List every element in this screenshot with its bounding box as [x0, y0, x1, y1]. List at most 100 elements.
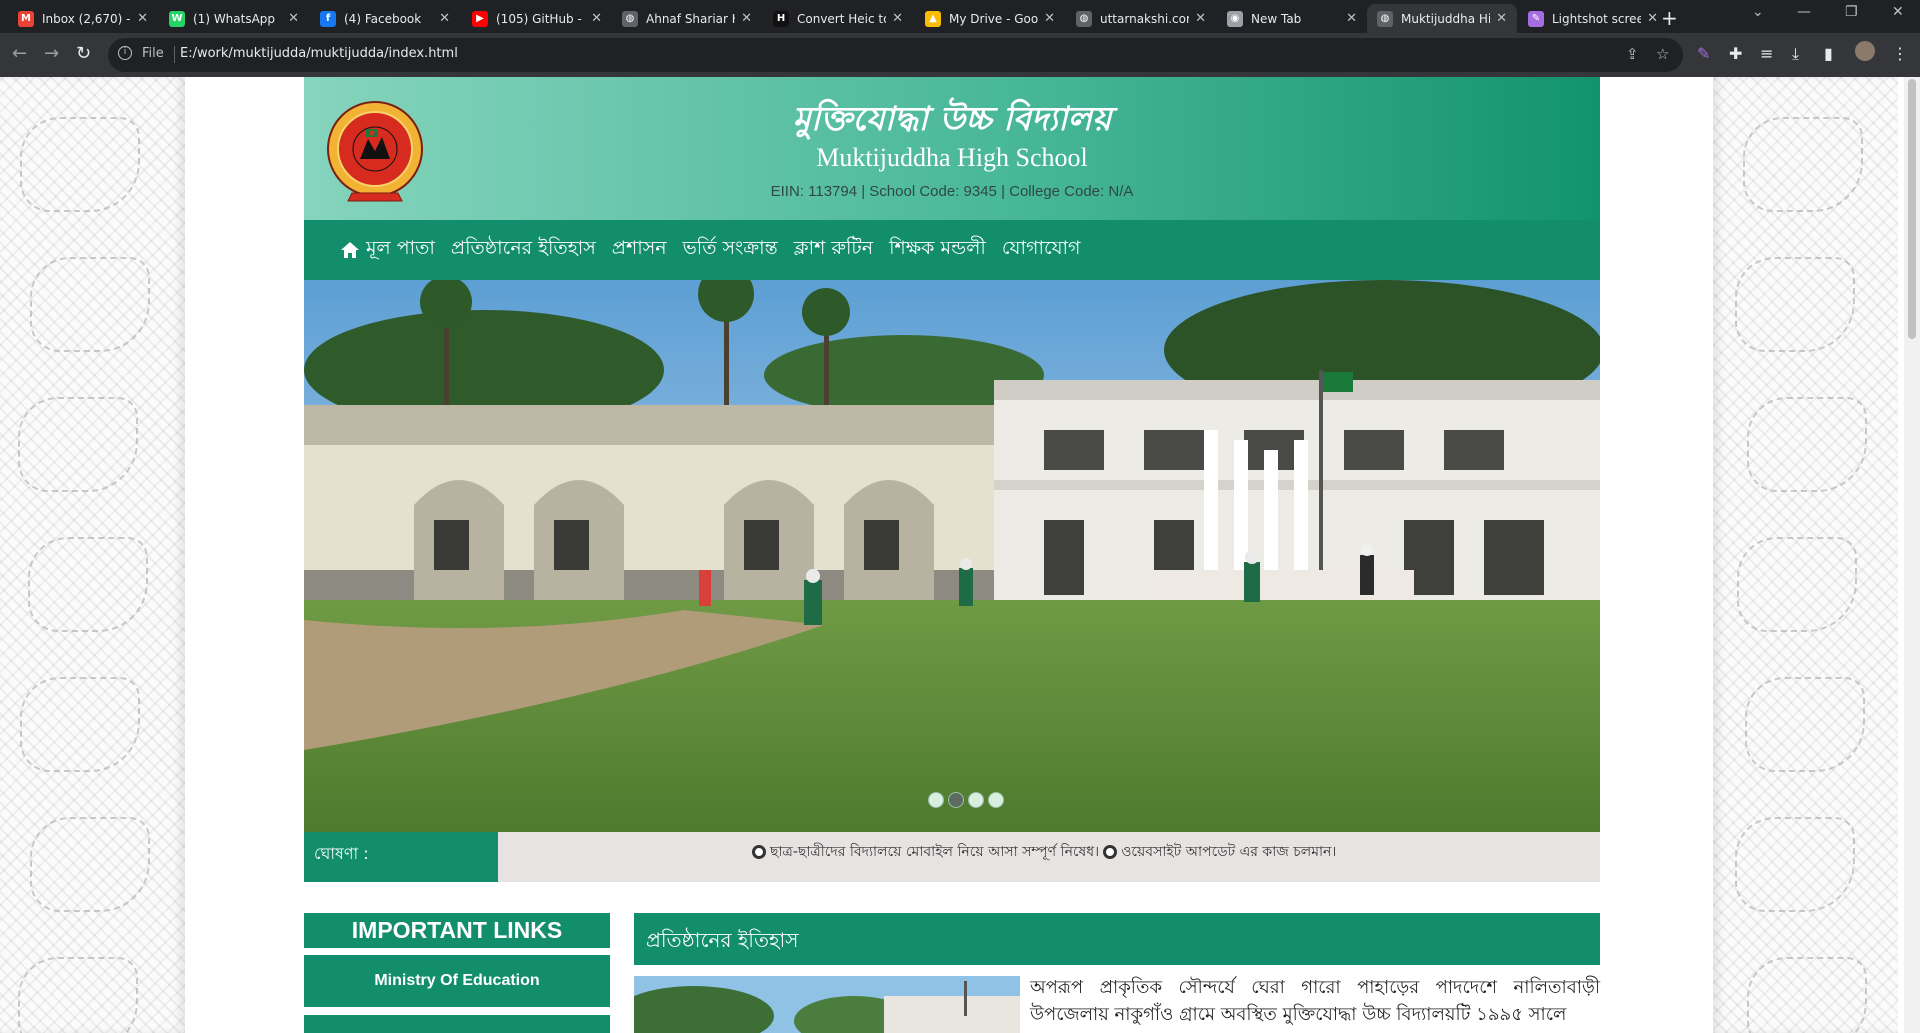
- close-tab-icon[interactable]: ✕: [892, 11, 903, 26]
- tab-title: Ahnaf Shariar H: [646, 11, 736, 26]
- site-info-icon[interactable]: i: [118, 46, 132, 60]
- school-name-bangla: মুক্তিযোদ্ধা উচ্চ বিদ্যালয়: [792, 99, 1112, 138]
- hero-slider[interactable]: [304, 280, 1600, 832]
- back-icon[interactable]: ←: [12, 43, 27, 64]
- close-tab-icon[interactable]: ✕: [1195, 11, 1206, 26]
- globe-icon: ◍: [1377, 10, 1393, 27]
- slider-dot[interactable]: [948, 792, 964, 808]
- url-text[interactable]: E:/work/muktijudda/muktijudda/index.html: [180, 46, 458, 61]
- link-next-partial[interactable]: [304, 1015, 610, 1033]
- important-links-heading: IMPORTANT LINKS: [304, 913, 610, 948]
- omnibox-divider: [174, 46, 175, 63]
- nav-item-teachers[interactable]: শিক্ষক মন্ডলী: [889, 234, 986, 266]
- home-icon: [341, 242, 359, 258]
- browser-menu-icon[interactable]: ⋮: [1892, 44, 1908, 63]
- school-building-photo: [304, 280, 1600, 832]
- tab-title: Muktijuddha Hi: [1401, 11, 1491, 26]
- close-tab-icon[interactable]: ✕: [439, 11, 450, 26]
- slider-dot[interactable]: [988, 792, 1004, 808]
- chrome-icon: ◉: [1227, 10, 1243, 27]
- globe-icon: ◍: [622, 10, 638, 27]
- slider-dots: [928, 792, 1008, 808]
- nav-item-history[interactable]: প্রতিষ্ঠানের ইতিহাস: [451, 234, 596, 266]
- close-tab-icon[interactable]: ✕: [741, 11, 752, 26]
- close-tab-icon[interactable]: ✕: [288, 11, 299, 26]
- link-ministry-of-education[interactable]: Ministry Of Education: [304, 955, 610, 1007]
- tab-title: New Tab: [1251, 11, 1302, 26]
- tab-title: uttarnakshi.com: [1100, 11, 1190, 26]
- lightshot-icon: ✎: [1528, 10, 1544, 27]
- drive-icon: ▲: [925, 10, 941, 27]
- share-icon[interactable]: ⇪: [1626, 45, 1639, 63]
- notice-ticker: ঘোষণা : ছাত্র-ছাত্রীদের বিদ্যালয়ে মোবাই…: [304, 832, 1600, 882]
- close-tab-icon[interactable]: ✕: [591, 11, 602, 26]
- reload-icon[interactable]: ↻: [76, 43, 91, 64]
- nav-item-contact[interactable]: যোগাযোগ: [1002, 234, 1081, 266]
- browser-tab[interactable]: ◍ Ahnaf Shariar H ✕: [612, 4, 762, 33]
- decorative-pattern-right: [1713, 77, 1898, 1033]
- scrollbar-thumb[interactable]: [1908, 79, 1916, 339]
- notice-item: ছাত্র-ছাত্রীদের বিদ্যালয়ে মোবাইল নিয়ে …: [770, 844, 1100, 860]
- close-tab-icon[interactable]: ✕: [1044, 11, 1055, 26]
- close-tab-icon[interactable]: ✕: [1647, 11, 1658, 26]
- nav-item-home[interactable]: মূল পাতা: [340, 234, 435, 266]
- browser-tab[interactable]: ▶ (105) GitHub - K ✕: [462, 4, 612, 33]
- browser-tab[interactable]: H Convert Heic to ✕: [763, 4, 913, 33]
- restore-icon[interactable]: ❐: [1845, 4, 1858, 20]
- new-tab-button[interactable]: +: [1661, 6, 1678, 30]
- site-header: মুক্তিযোদ্ধা উচ্চ বিদ্যালয় Muktijuddha …: [304, 77, 1600, 220]
- browser-tab[interactable]: ✎ Lightshot scree ✕: [1518, 4, 1668, 33]
- slider-dot[interactable]: [968, 792, 984, 808]
- extensions-icon[interactable]: ✚: [1729, 44, 1742, 63]
- tab-title: (105) GitHub - K: [496, 11, 586, 26]
- nav-label-teachers: শিক্ষক মন্ডলী: [889, 237, 986, 259]
- main-navigation: মূল পাতা প্রতিষ্ঠানের ইতিহাস প্রশাসন ভর্…: [304, 220, 1600, 280]
- gmail-icon: M: [18, 10, 34, 27]
- address-bar[interactable]: i File E:/work/muktijudda/muktijudda/ind…: [108, 38, 1683, 72]
- notice-item: ওয়েবসাইট আপডেট এর কাজ চলমান।: [1121, 844, 1337, 860]
- browser-tab[interactable]: ▲ My Drive - Goo ✕: [915, 4, 1065, 33]
- tab-title: Lightshot scree: [1552, 11, 1642, 26]
- tab-title: Inbox (2,670) - a: [42, 11, 131, 26]
- downloads-icon[interactable]: ⤓: [1792, 44, 1799, 64]
- nav-item-class-routine[interactable]: ক্লাশ রুটিন: [794, 234, 873, 266]
- slider-dot[interactable]: [928, 792, 944, 808]
- close-tab-icon[interactable]: ✕: [1496, 11, 1507, 26]
- minimize-icon[interactable]: —: [1797, 4, 1811, 20]
- browser-tab-strip: M Inbox (2,670) - a ✕ W (1) WhatsApp ✕ f (4) Fa…: [0, 0, 1920, 33]
- media-controls-icon[interactable]: ≡: [1760, 44, 1773, 63]
- bullet-icon: [752, 845, 766, 859]
- browser-tab[interactable]: ◉ New Tab ✕: [1217, 4, 1367, 33]
- heic-icon: H: [773, 10, 789, 27]
- profile-avatar[interactable]: [1855, 41, 1875, 61]
- url-scheme-label: File: [142, 46, 164, 61]
- browser-tab[interactable]: ◍ Muktijuddha Hi ✕: [1367, 4, 1517, 33]
- close-tab-icon[interactable]: ✕: [137, 11, 148, 26]
- bullet-icon: [1103, 845, 1118, 859]
- bookmark-star-icon[interactable]: ☆: [1656, 45, 1669, 63]
- notice-marquee[interactable]: ছাত্র-ছাত্রীদের বিদ্যালয়ে মোবাইল নিয়ে …: [748, 840, 1336, 864]
- close-tab-icon[interactable]: ✕: [1346, 11, 1357, 26]
- close-window-icon[interactable]: ✕: [1892, 4, 1904, 20]
- nav-label-contact: যোগাযোগ: [1001, 237, 1081, 259]
- nav-item-admission[interactable]: ভর্তি সংক্রান্ত: [683, 234, 778, 266]
- nav-label-history: প্রতিষ্ঠানের ইতিহাস: [450, 237, 596, 259]
- page-scrollbar[interactable]: [1904, 77, 1920, 1033]
- browser-tab[interactable]: ◍ uttarnakshi.com ✕: [1066, 4, 1216, 33]
- tab-search-icon[interactable]: ⌄: [1752, 4, 1764, 20]
- nav-label-home: মূল পাতা: [366, 237, 435, 259]
- school-name-english: Muktijuddha High School: [816, 143, 1088, 172]
- page-viewport: মুক্তিযোদ্ধা উচ্চ বিদ্যালয় Muktijuddha …: [0, 77, 1920, 1033]
- forward-icon[interactable]: →: [44, 43, 59, 64]
- browser-tab[interactable]: M Inbox (2,670) - a ✕: [8, 4, 158, 33]
- globe-icon: ◍: [1076, 10, 1092, 27]
- tab-title: (4) Facebook: [344, 11, 422, 26]
- nav-label-admission: ভর্তি সংক্রান্ত: [682, 237, 778, 259]
- nav-item-administration[interactable]: প্রশাসন: [612, 234, 667, 266]
- tab-title: Convert Heic to: [797, 11, 887, 26]
- lightshot-extension-icon[interactable]: ✎: [1697, 44, 1710, 63]
- browser-tab[interactable]: W (1) WhatsApp ✕: [159, 4, 309, 33]
- side-panel-icon[interactable]: ▮: [1824, 44, 1833, 63]
- tab-title: My Drive - Goo: [949, 11, 1039, 26]
- browser-tab[interactable]: f (4) Facebook ✕: [310, 4, 460, 33]
